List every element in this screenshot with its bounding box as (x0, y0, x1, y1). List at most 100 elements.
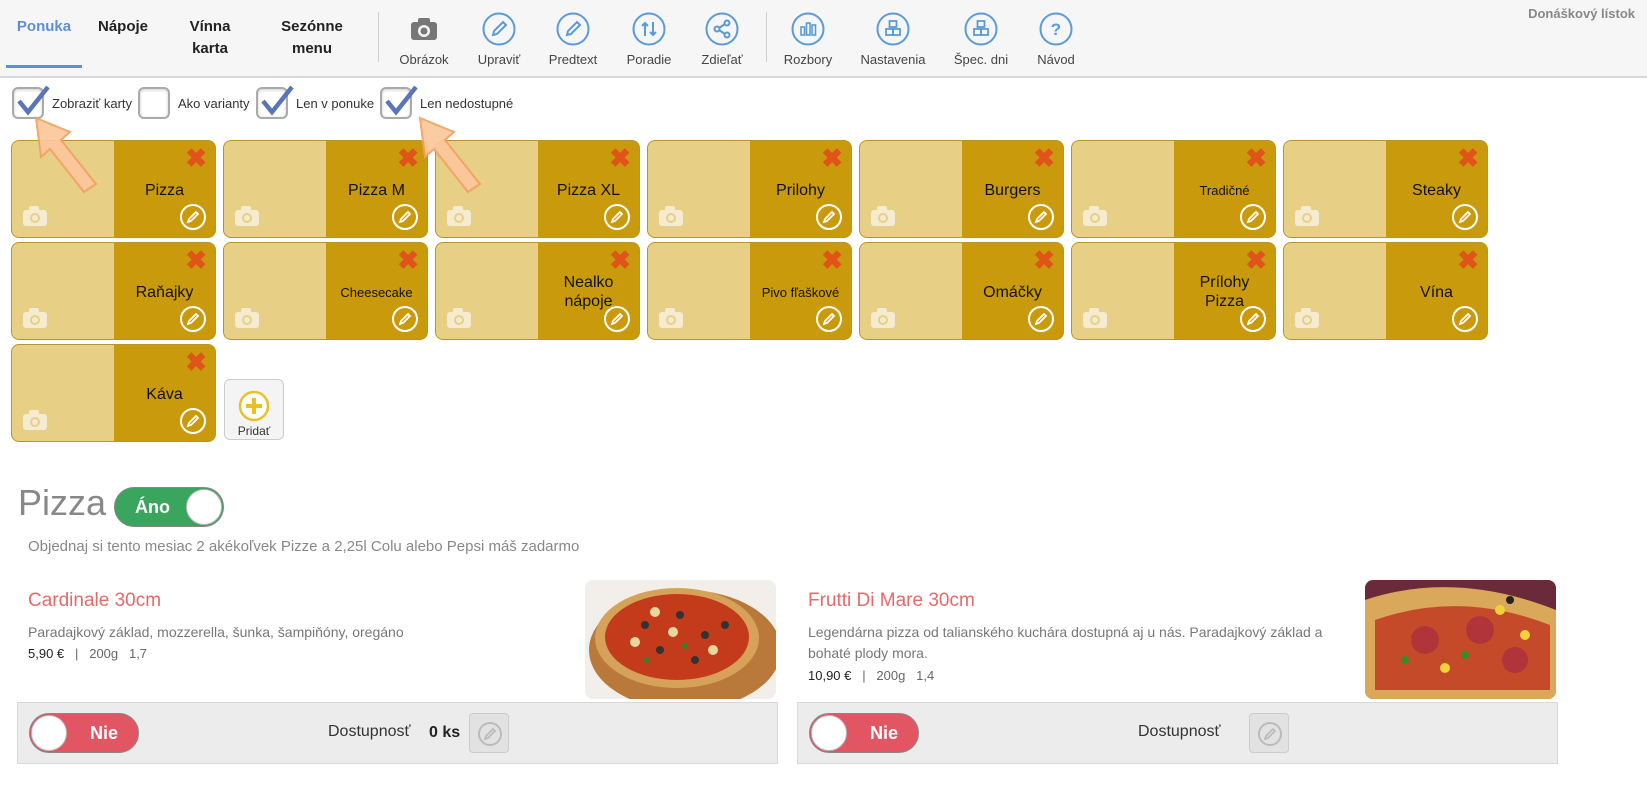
tool-label: Predtext (548, 52, 598, 67)
camera-icon (23, 308, 47, 328)
pencil-icon[interactable] (1239, 305, 1267, 333)
toolbar-divider (378, 12, 379, 62)
camera-icon (871, 308, 895, 328)
camera-icon (871, 206, 895, 226)
help-icon: ? (1039, 12, 1073, 46)
item-photo[interactable] (1365, 580, 1556, 699)
pencil-icon[interactable] (179, 305, 207, 333)
plus-circle-icon (238, 390, 270, 422)
camera-icon (411, 18, 437, 40)
pencil-icon[interactable] (391, 203, 419, 231)
checkbox-checked[interactable] (256, 85, 294, 119)
item-active-toggle[interactable]: Nie (29, 713, 139, 753)
card-image-slot[interactable] (224, 243, 326, 339)
tool-label: Rozbory (783, 52, 833, 67)
pencil-icon (478, 722, 502, 746)
tab-sezonne-menu[interactable]: Sezónne menu (270, 10, 354, 68)
edit-availability-button[interactable] (469, 713, 509, 753)
option-ako-varianty[interactable]: Ako varianty (138, 86, 250, 120)
tool-label: Návod (1037, 52, 1075, 67)
category-card[interactable]: ✖ Nealko nápoje (435, 242, 640, 340)
option-len-v-ponuke[interactable]: Len v ponuke (256, 85, 375, 120)
camera-icon (235, 206, 259, 226)
pencil-icon[interactable] (815, 305, 843, 333)
tool-obrazok-button[interactable]: Obrázok (384, 12, 464, 67)
category-card[interactable]: ✖ Tradičné (1071, 140, 1276, 238)
section-promo-text: Objednaj si tento mesiac 2 akékoľvek Piz… (28, 538, 580, 555)
tool-predtext-button[interactable]: Predtext (533, 12, 613, 67)
camera-icon (1083, 206, 1107, 226)
tool-rozbory-button[interactable]: Rozbory (768, 12, 848, 67)
category-card[interactable]: ✖ Raňajky (11, 242, 216, 340)
tutorial-arrow-icon (34, 116, 98, 194)
tool-label: Poradie (626, 52, 672, 67)
item-title[interactable]: Cardinale 30cm (28, 590, 161, 612)
tool-spec-dni-button[interactable]: Špec. dni (941, 12, 1021, 67)
availability-label: Dostupnosť (1138, 723, 1221, 740)
item-weight-rating: | 200g 1,4 (862, 668, 935, 683)
add-category-button[interactable]: Pridať (224, 379, 284, 440)
checkmark-icon (261, 85, 294, 116)
option-label: Len v ponuke (296, 95, 375, 111)
card-image-slot[interactable] (860, 243, 962, 339)
card-image-slot[interactable] (12, 243, 114, 339)
section-visibility-toggle[interactable]: Áno (114, 487, 224, 527)
checkbox-unchecked[interactable] (138, 87, 170, 119)
card-image-slot[interactable] (436, 243, 538, 339)
category-card[interactable]: ✖ Pivo fľaškové (647, 242, 852, 340)
item-price: 10,90 € (808, 668, 852, 683)
category-card[interactable]: ✖ Steaky (1283, 140, 1488, 238)
category-card[interactable]: ✖ Prilohy (647, 140, 852, 238)
tool-poradie-button[interactable]: Poradie (609, 12, 689, 67)
category-card[interactable]: ✖ Pizza M (223, 140, 428, 238)
tool-nastavenia-button[interactable]: Nastavenia (853, 12, 933, 67)
card-image-slot[interactable] (224, 141, 326, 237)
item-photo[interactable] (585, 580, 776, 699)
pencil-icon[interactable] (603, 305, 631, 333)
item-title[interactable]: Frutti Di Mare 30cm (808, 590, 975, 612)
card-image-slot[interactable] (1072, 243, 1174, 339)
edit-availability-button[interactable] (1249, 713, 1289, 753)
item-active-toggle[interactable]: Nie (809, 713, 919, 753)
pencil-icon[interactable] (391, 305, 419, 333)
category-card[interactable]: ✖ Cheesecake (223, 242, 428, 340)
card-image-slot[interactable] (12, 345, 114, 441)
tool-upravit-button[interactable]: Upraviť (459, 12, 539, 67)
pencil-icon[interactable] (815, 203, 843, 231)
pencil-icon[interactable] (1027, 203, 1055, 231)
pencil-icon[interactable] (179, 407, 207, 435)
category-card[interactable]: ✖ Vína (1283, 242, 1488, 340)
card-image-slot[interactable] (1284, 243, 1386, 339)
card-image-slot[interactable] (860, 141, 962, 237)
card-image-slot[interactable] (1284, 141, 1386, 237)
category-card[interactable]: ✖ Káva (11, 344, 216, 442)
category-card[interactable]: ✖ Omáčky (859, 242, 1064, 340)
tool-zdielat-button[interactable]: Zdieľať (682, 12, 762, 67)
tab-ponuka[interactable]: Ponuka (6, 10, 82, 68)
pencil-icon[interactable] (1239, 203, 1267, 231)
toggle-knob (186, 489, 222, 525)
card-image-slot[interactable] (648, 141, 750, 237)
tab-label: Sezónne (281, 18, 343, 35)
toggle-label: Áno (135, 497, 170, 517)
pencil-icon[interactable] (603, 203, 631, 231)
pencil-icon[interactable] (179, 203, 207, 231)
card-image-slot[interactable] (648, 243, 750, 339)
tab-vinna-karta[interactable]: Vínna karta (170, 10, 250, 68)
reorder-icon (632, 12, 666, 46)
pizza-photo-icon (1365, 580, 1556, 699)
pencil-icon[interactable] (1451, 305, 1479, 333)
category-card[interactable]: ✖ Prílohy Pizza (1071, 242, 1276, 340)
item-meta: 10,90 € | 200g 1,4 (808, 668, 934, 683)
tool-label: Špec. dni (953, 52, 1009, 67)
pencil-icon[interactable] (1451, 203, 1479, 231)
camera-icon (1295, 308, 1319, 328)
pencil-icon[interactable] (1027, 305, 1055, 333)
pencil-icon (482, 12, 516, 46)
category-card[interactable]: ✖ Burgers (859, 140, 1064, 238)
camera-icon (23, 206, 47, 226)
checkbox-checked[interactable] (380, 85, 418, 119)
tab-napoje[interactable]: Nápoje (90, 10, 156, 68)
tool-navod-button[interactable]: ? Návod (1016, 12, 1096, 67)
card-image-slot[interactable] (1072, 141, 1174, 237)
